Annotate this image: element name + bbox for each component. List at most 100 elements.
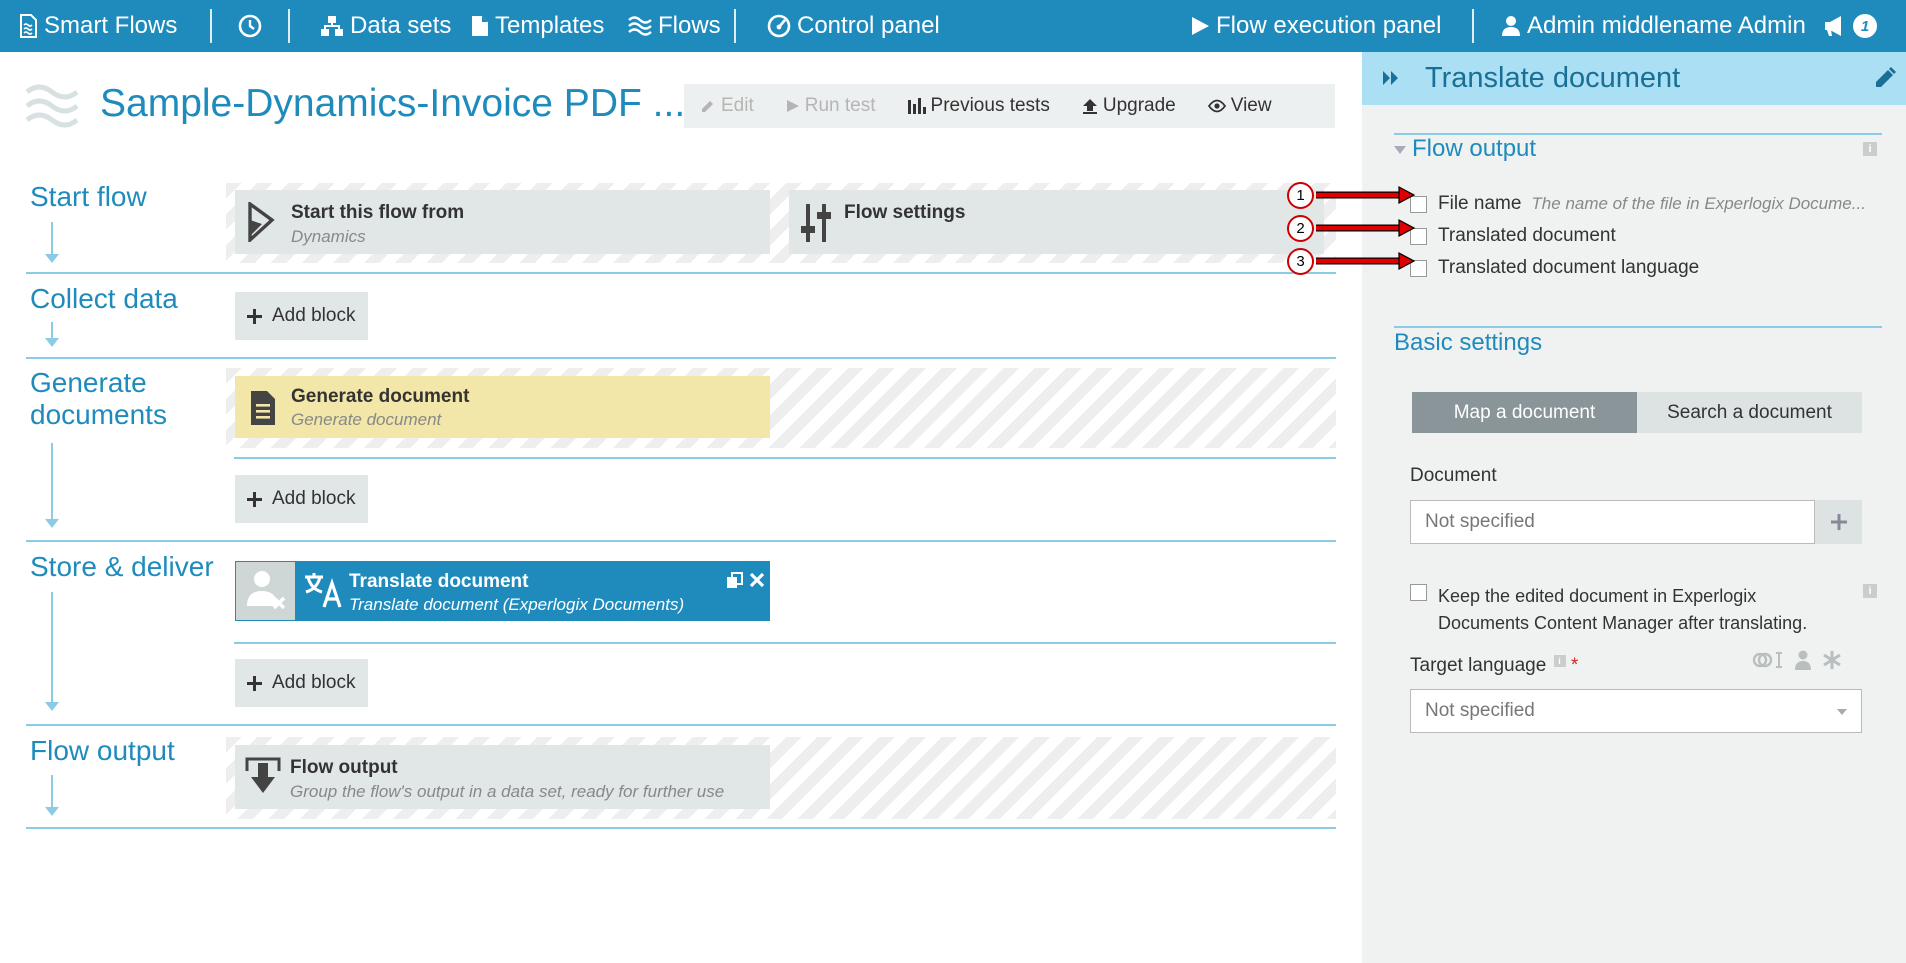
clock-icon [238,14,262,38]
output-item-file-name[interactable]: File name The name of the file in Experl… [1410,193,1866,215]
output-item-label: File name [1438,193,1522,214]
annotation-arrow-1 [1316,186,1416,204]
play-icon [1192,17,1209,35]
close-icon[interactable] [749,572,765,593]
info-icon[interactable]: i [1863,142,1877,156]
plus-icon [247,308,262,324]
target-language-label: Target language i * [1410,655,1578,677]
flow-waves-icon [25,82,79,135]
stage-label-line: Generate [30,367,147,398]
stage-divider [26,357,1336,359]
nav-templates[interactable]: Templates [471,0,604,52]
stage-arrow-icon [45,254,59,263]
target-language-value: Not specified [1425,700,1535,721]
view-button[interactable]: View [1192,95,1288,117]
unassigned-user-icon [236,562,295,620]
stage-label-generate-documents: Generate documents [30,367,167,431]
history-button[interactable] [238,0,262,52]
previous-tests-button[interactable]: Previous tests [892,95,1066,117]
nav-control-panel[interactable]: Control panel [767,0,940,52]
start-trigger-block[interactable]: Start this flow from Dynamics [235,190,770,254]
megaphone-icon [1825,16,1841,36]
keep-edited-document-option[interactable]: Keep the edited document in Experlogix D… [1410,583,1807,637]
generate-document-block[interactable]: Generate document Generate document [235,376,770,438]
flow-execution-panel-link[interactable]: Flow execution panel [1190,0,1441,52]
eye-icon [1207,99,1226,113]
translate-icon [303,571,343,614]
info-icon[interactable]: i [1863,584,1877,598]
nav-flows-label: Flows [658,12,721,39]
add-document-button[interactable] [1815,500,1862,544]
view-label: View [1230,95,1272,116]
checkbox[interactable] [1410,584,1427,601]
info-icon[interactable]: i [1553,655,1566,667]
tab-search-a-document[interactable]: Search a document [1637,392,1862,433]
nav-divider [288,9,290,43]
nav-divider [734,9,736,43]
upload-arrow-icon [1082,99,1097,114]
add-block-label: Add block [272,305,356,326]
sitemap-icon [321,16,343,36]
translate-document-block[interactable]: Translate document Translate document (E… [235,561,770,621]
keep-label-line: Documents Content Manager after translat… [1438,613,1808,633]
flow-settings-title: Flow settings [844,202,966,223]
run-test-button[interactable]: Run test [770,95,892,117]
play-icon [786,100,799,112]
flow-output-section-toggle[interactable]: Flow output [1394,135,1536,163]
annotation-callout-1: 1 [1287,182,1314,209]
add-block-button-generate[interactable]: Add block [235,475,368,523]
flow-output-heading: Flow output [1412,135,1537,162]
nav-data-sets[interactable]: Data sets [320,0,451,52]
document-label: Document [1410,465,1497,486]
asterisk-icon[interactable] [1822,650,1842,670]
edit-title-pencil-icon[interactable] [1874,67,1896,94]
document-icon [472,16,488,36]
user-menu[interactable]: Admin middlename Admin [1501,0,1806,52]
upgrade-button[interactable]: Upgrade [1066,95,1192,117]
generate-document-subtitle: Generate document [291,410,442,429]
target-language-select[interactable]: Not specified [1410,689,1862,733]
annotation-callout-3: 3 [1287,248,1314,275]
flow-toolbar: Edit Run test Previous tests Upgrade Vie… [684,84,1335,128]
block-divider [234,642,1336,644]
link-text-icon[interactable] [1752,650,1784,670]
app-home-link[interactable]: Smart Flows [18,0,177,52]
plus-icon [247,491,262,507]
user-icon[interactable] [1794,650,1812,670]
tab-map-a-document[interactable]: Map a document [1412,392,1637,433]
stage-divider [26,272,1336,274]
pencil-icon [702,101,713,112]
target-language-mode-icons [1752,650,1842,670]
stage-divider [26,724,1336,726]
edit-button[interactable]: Edit [684,95,770,117]
flow-output-block[interactable]: Flow output Group the flow's output in a… [235,745,770,809]
document-input[interactable]: Not specified [1410,500,1815,544]
annotation-arrow-2 [1316,219,1416,237]
output-item-translated-document[interactable]: Translated document [1410,225,1616,247]
generate-document-title: Generate document [291,386,470,407]
translate-document-subtitle: Translate document (Experlogix Documents… [349,595,685,614]
output-download-icon [245,757,281,800]
flow-title: Sample-Dynamics-Invoice PDF ... [100,82,686,125]
flow-settings-block[interactable]: Flow settings [789,190,1324,254]
add-block-button-collect[interactable]: Add block [235,292,368,340]
add-block-button-store[interactable]: Add block [235,659,368,707]
plus-icon [247,675,262,691]
collapse-panel-icon[interactable] [1382,70,1400,91]
section-divider [1394,326,1882,328]
nav-flows[interactable]: Flows [628,0,721,52]
keep-label-line: Keep the edited document in Experlogix [1438,586,1757,606]
nav-templates-label: Templates [495,12,605,39]
app-name: Smart Flows [44,12,178,39]
copy-icon[interactable] [726,572,743,594]
stage-label-flow-output: Flow output [30,735,175,766]
user-icon [1502,16,1520,36]
notifications-button[interactable]: 1 [1823,0,1877,52]
nav-divider [210,9,212,43]
panel-title: Translate document [1425,62,1681,94]
dashboard-gauge-icon [767,14,791,38]
annotation-callout-2: 2 [1287,215,1314,242]
output-item-translated-document-language[interactable]: Translated document language [1410,257,1699,279]
stage-label-store-deliver: Store & deliver [30,551,214,582]
stage-divider [26,540,1336,542]
